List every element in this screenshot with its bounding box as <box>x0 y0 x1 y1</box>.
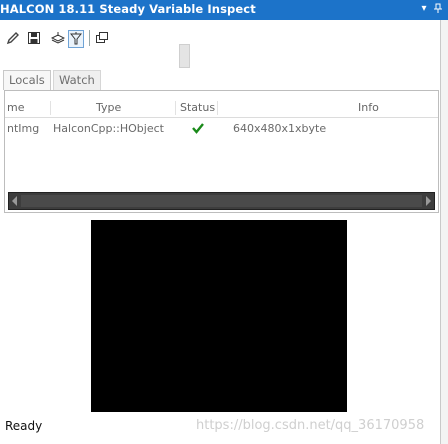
save-icon[interactable] <box>26 30 42 46</box>
column-type[interactable]: Type <box>96 101 121 114</box>
column-info[interactable]: Info <box>358 101 379 114</box>
column-status[interactable]: Status <box>180 101 215 114</box>
variable-info: 640x480x1xbyte <box>233 122 327 135</box>
image-view[interactable] <box>91 220 347 412</box>
status-check-icon <box>191 121 205 138</box>
column-divider[interactable] <box>217 101 218 115</box>
tab-watch[interactable]: Watch <box>53 70 101 90</box>
scroll-right-icon[interactable] <box>426 196 431 206</box>
status-bar-text: Ready <box>5 419 43 433</box>
watermark: https://blog.csdn.net/qq_36170958 <box>196 418 425 433</box>
toolbar-separator <box>89 30 90 46</box>
horizontal-scrollbar[interactable] <box>8 192 435 210</box>
dropdown-arrow-icon[interactable]: ▾ <box>418 3 430 15</box>
title-bar: HALCON 18.11 Steady Variable Inspect ▾ <box>0 0 448 20</box>
column-divider[interactable] <box>175 101 176 115</box>
window-icon[interactable] <box>94 30 110 46</box>
window-title: HALCON 18.11 Steady Variable Inspect <box>0 2 256 16</box>
table-row[interactable]: ntImg HalconCpp::HObject 640x480x1xbyte <box>5 121 438 137</box>
variable-name: ntImg <box>7 122 40 135</box>
layers-icon[interactable] <box>50 30 66 46</box>
tab-locals[interactable]: Locals <box>3 70 51 90</box>
pin-icon[interactable] <box>432 3 444 15</box>
column-name[interactable]: me <box>7 101 24 114</box>
toolbar <box>0 20 448 68</box>
filter-icon[interactable] <box>68 30 84 48</box>
table-header: me Type Status Info <box>5 99 438 118</box>
scrollbar-thumb[interactable] <box>21 195 422 207</box>
window-right-edge <box>440 20 448 444</box>
variables-panel: me Type Status Info ntImg HalconCpp::HOb… <box>4 90 439 213</box>
toolbar-scrollbar[interactable] <box>179 44 190 68</box>
scroll-left-icon[interactable] <box>12 196 17 206</box>
column-divider[interactable] <box>50 101 51 115</box>
variable-type: HalconCpp::HObject <box>53 122 164 135</box>
pencil-icon[interactable] <box>5 30 21 46</box>
